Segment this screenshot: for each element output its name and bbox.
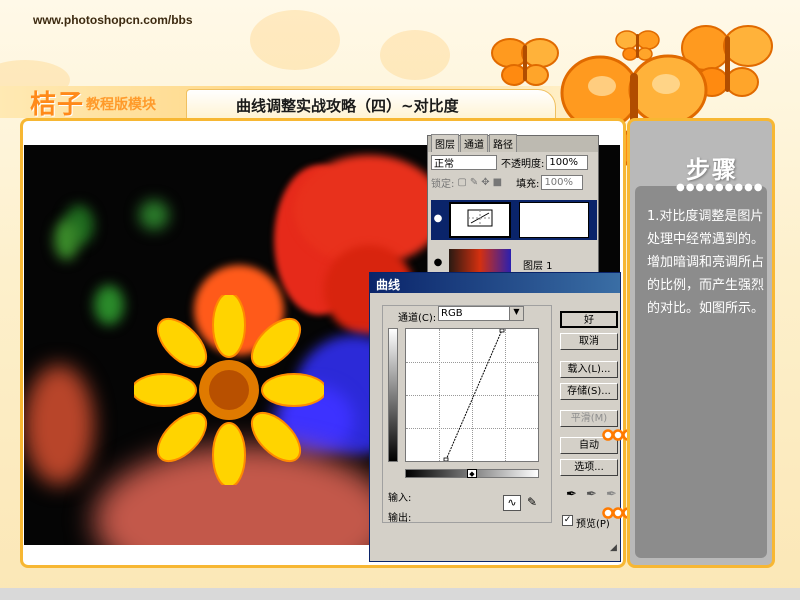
- white-eyedropper-icon[interactable]: ✒: [606, 487, 617, 502]
- visibility-eye-icon[interactable]: ●: [431, 257, 445, 271]
- layers-panel-tabs: 图层 通道 路径: [428, 134, 598, 152]
- output-gradient-bar: [388, 328, 398, 462]
- gray-eyedropper-icon[interactable]: ✒: [586, 487, 597, 502]
- curves-dialog: 曲线 通道(C): RGB ▼ ◆ 输入: 输出: ∿ ✎ 好 取消 载入(L)…: [369, 272, 621, 562]
- curves-thumbnail-icon: [467, 209, 493, 227]
- chevron-down-icon: ▼: [509, 307, 523, 320]
- ok-button[interactable]: 好: [560, 311, 618, 328]
- lock-move-icon[interactable]: ✥: [481, 177, 489, 188]
- blend-row: 正常 不透明度: 100%: [428, 152, 598, 172]
- channel-select[interactable]: RGB ▼: [438, 306, 524, 321]
- opacity-input[interactable]: 100%: [546, 154, 589, 170]
- lock-label: 锁定:: [431, 178, 455, 190]
- load-button[interactable]: 载入(L)...: [560, 361, 618, 378]
- tab-layers[interactable]: 图层: [431, 134, 459, 152]
- channel-label: 通道(C):: [398, 313, 437, 324]
- site-url[interactable]: www.photoshopcn.com/bbs: [33, 13, 193, 27]
- yellow-flower: [134, 295, 324, 485]
- step-title-dots: ●●●●●●●●●: [676, 182, 764, 193]
- layers-panel: 图层 通道 路径 正常 不透明度: 100% 锁定: ▢ ✎ ✥ ■ 填充: 1…: [427, 134, 599, 279]
- lock-all-icon[interactable]: ■: [493, 177, 502, 188]
- background-decoration: [380, 30, 450, 80]
- brand-subtitle: 教程版模块: [86, 97, 156, 113]
- lock-row: 锁定: ▢ ✎ ✥ ■ 填充: 100%: [428, 172, 598, 192]
- fill-value: 100%: [544, 176, 574, 188]
- opacity-value: 100%: [549, 156, 578, 168]
- curves-layer-thumbnail: [449, 202, 511, 238]
- smooth-button[interactable]: 平滑(M): [560, 410, 618, 427]
- visibility-eye-icon[interactable]: ●: [431, 213, 445, 227]
- curves-dialog-title[interactable]: 曲线: [370, 273, 620, 293]
- step-title: 步骤: [686, 155, 738, 184]
- preview-checkbox[interactable]: ✓: [562, 515, 573, 526]
- curve-line: [443, 329, 505, 461]
- layer-name: 图层 1: [523, 260, 553, 272]
- step-description: 1.对比度调整是图片处理中经常遇到的。增加暗调和亮调所占的比例，而产生强烈的对比…: [647, 209, 765, 316]
- save-button[interactable]: 存储(S)...: [560, 383, 618, 400]
- opacity-label: 不透明度:: [501, 158, 545, 170]
- page-title: 曲线调整实战攻略（四）~对比度: [236, 97, 459, 115]
- tab-paths[interactable]: 路径: [489, 134, 517, 152]
- fill-label: 填充:: [516, 178, 540, 190]
- options-button[interactable]: 选项...: [560, 459, 618, 476]
- black-eyedropper-icon[interactable]: ✒: [566, 487, 577, 502]
- blend-mode-value: 正常: [434, 158, 454, 170]
- tab-channels[interactable]: 通道: [460, 134, 488, 152]
- cancel-button[interactable]: 取消: [560, 333, 618, 350]
- background-decoration: [250, 10, 340, 70]
- lock-transparent-icon[interactable]: ▢: [457, 177, 466, 188]
- channel-value: RGB: [441, 308, 463, 319]
- blend-mode-select[interactable]: 正常: [431, 154, 497, 170]
- curve-graph[interactable]: [405, 328, 539, 462]
- bottom-strip: [0, 588, 800, 600]
- curve-tool-icon[interactable]: ∿: [503, 495, 521, 511]
- brand-logo-text: 桔子: [30, 90, 85, 120]
- layer-mask-thumbnail: [519, 202, 589, 238]
- lock-brush-icon[interactable]: ✎: [470, 177, 478, 188]
- fill-input[interactable]: 100%: [541, 174, 584, 190]
- butterfly-icon: [491, 38, 559, 86]
- gradient-toggle-icon[interactable]: ◆: [467, 469, 477, 478]
- curves-adjustment-layer[interactable]: ●: [431, 200, 597, 240]
- pencil-tool-icon[interactable]: ✎: [523, 495, 541, 511]
- input-label: 输入:: [388, 493, 412, 504]
- resize-grip-icon[interactable]: ◢: [610, 543, 617, 553]
- output-label: 输出:: [388, 513, 412, 524]
